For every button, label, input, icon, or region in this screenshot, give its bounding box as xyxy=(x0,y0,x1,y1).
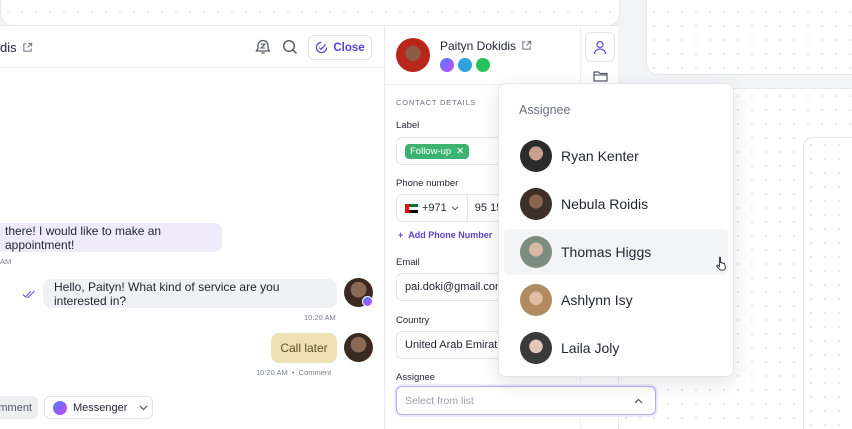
read-receipt-icon xyxy=(22,290,35,299)
assignee-field-label: Assignee xyxy=(396,372,436,383)
user-icon xyxy=(593,40,607,54)
external-link-icon[interactable] xyxy=(521,40,532,51)
contact-info-tab[interactable] xyxy=(585,32,615,62)
message-time: AM xyxy=(0,257,12,266)
email-field-label: Email xyxy=(396,257,420,268)
message-comment[interactable]: Call later xyxy=(271,333,337,363)
snooze-icon[interactable] xyxy=(254,38,272,56)
assignee-dropdown: Assignee Ryan Kenter Nebula Roidis Thoma… xyxy=(498,83,734,377)
chat-panel: dis Close there! I would like to make an… xyxy=(0,25,385,429)
label-field-label: Label xyxy=(396,120,420,131)
contact-header: Paityn Dokidis xyxy=(385,26,580,85)
external-link-icon[interactable] xyxy=(22,42,33,53)
message-time: 10:20 AM • Comment xyxy=(256,368,332,377)
close-conversation-button[interactable]: Close xyxy=(308,35,372,60)
close-chat-icon xyxy=(316,41,328,54)
avatar xyxy=(520,140,552,172)
contact-avatar xyxy=(396,38,430,72)
message-time: 10:20 AM xyxy=(304,313,336,322)
chat-contact-name[interactable]: dis xyxy=(0,40,33,55)
chat-header: dis Close xyxy=(0,26,384,68)
assignee-option[interactable]: Nebula Roidis xyxy=(504,181,728,227)
message-outgoing[interactable]: Hello, Paityn! What kind of service are … xyxy=(43,279,337,308)
app-window: dis Close there! I would like to make an… xyxy=(0,0,852,429)
assignee-select[interactable]: Select from list xyxy=(396,386,656,415)
telegram-icon[interactable] xyxy=(458,58,472,72)
channel-icons xyxy=(440,58,490,72)
folder-icon xyxy=(592,71,608,82)
assignee-option[interactable]: Laila Joly xyxy=(504,325,728,371)
channel-select[interactable]: Messenger xyxy=(44,396,153,419)
country-code-select[interactable]: +971 xyxy=(397,195,468,221)
follow-up-tag[interactable]: Follow-up ✕ xyxy=(405,143,470,159)
whatsapp-icon[interactable] xyxy=(476,58,490,72)
messenger-icon[interactable] xyxy=(440,58,454,72)
avatar xyxy=(520,284,552,316)
assignee-option[interactable]: Ashlynn Isy xyxy=(504,277,728,323)
chat-footer: mment Messenger xyxy=(0,396,384,429)
comment-tab[interactable]: mment xyxy=(0,396,38,419)
message-incoming[interactable]: there! I would like to make an appointme… xyxy=(0,223,222,252)
chevron-down-icon xyxy=(139,405,148,410)
assignee-option[interactable]: Thomas Higgs xyxy=(504,229,728,275)
contact-name[interactable]: Paityn Dokidis xyxy=(440,39,532,53)
avatar xyxy=(520,332,552,364)
avatar xyxy=(520,188,552,220)
chevron-down-icon xyxy=(451,205,459,210)
add-phone-number-button[interactable]: + Add Phone Number xyxy=(398,230,492,240)
remove-tag-icon[interactable]: ✕ xyxy=(456,146,464,157)
messenger-badge-icon xyxy=(362,296,373,307)
chevron-up-icon xyxy=(634,398,643,404)
dropdown-title: Assignee xyxy=(519,103,571,117)
uae-flag-icon xyxy=(405,203,418,213)
section-title: CONTACT DETAILS xyxy=(396,98,477,107)
avatar xyxy=(520,236,552,268)
search-icon[interactable] xyxy=(281,38,299,56)
assignee-option[interactable]: Ryan Kenter xyxy=(504,133,728,179)
phone-field-label: Phone number xyxy=(396,178,459,189)
country-field-label: Country xyxy=(396,315,430,326)
pointer-cursor-icon xyxy=(716,256,726,271)
messenger-icon xyxy=(53,400,67,415)
agent-avatar xyxy=(344,333,373,362)
